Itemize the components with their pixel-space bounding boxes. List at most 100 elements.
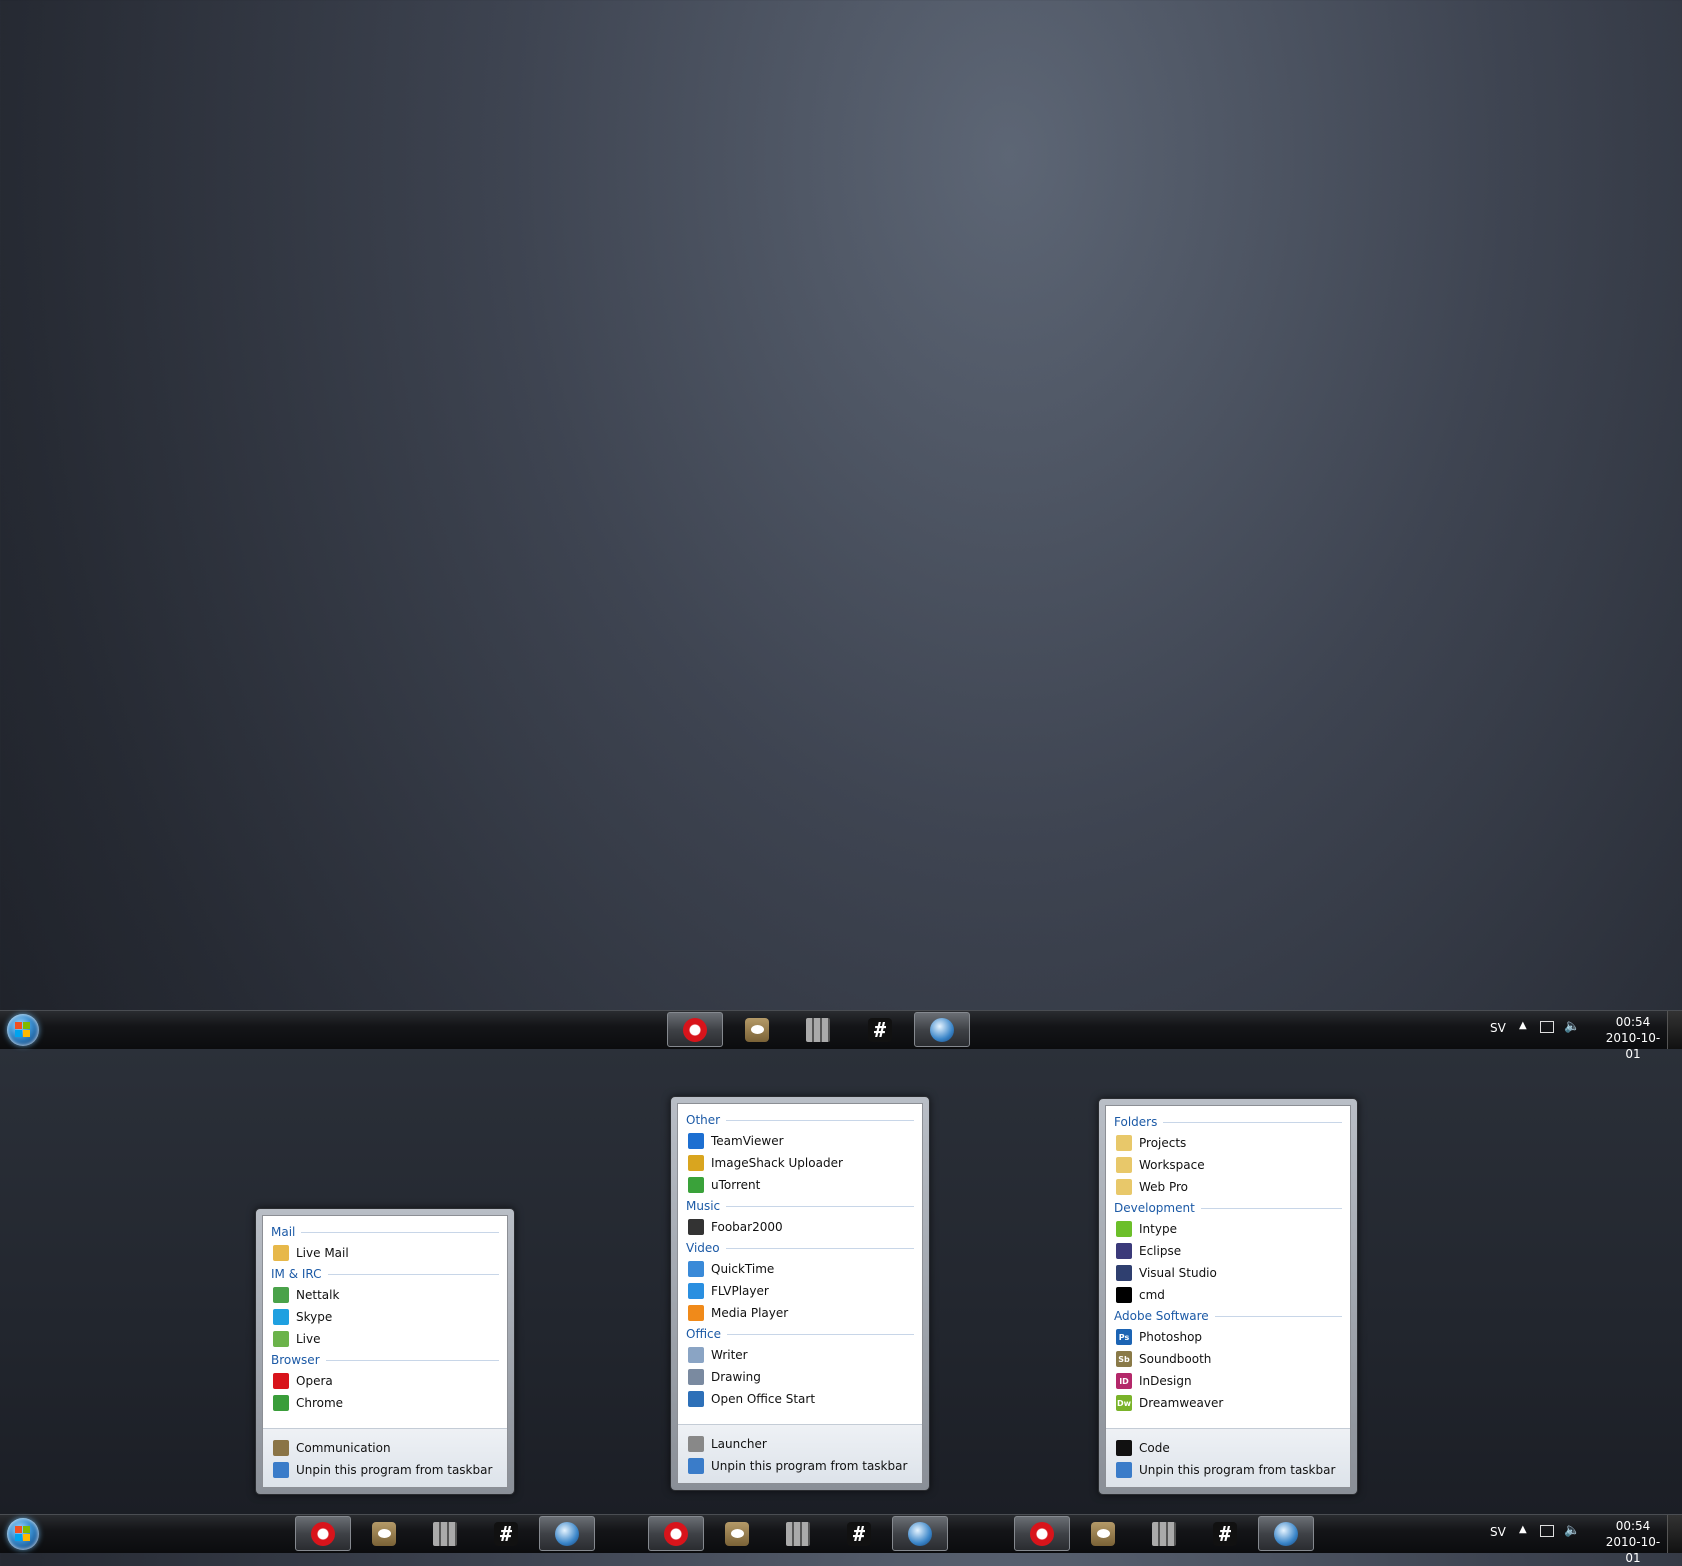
taskbar-communication-button[interactable] [729,1012,785,1047]
taskbar-code-button[interactable]: # [478,1516,534,1551]
jumplist-item[interactable]: Workspace [1114,1154,1342,1176]
start-button[interactable] [7,1518,39,1550]
jumplist-item-label: Intype [1139,1222,1177,1236]
jumplist-item-label: Eclipse [1139,1244,1182,1258]
taskbar-launcher-button[interactable] [790,1012,846,1047]
jumplist-item-label: InDesign [1139,1374,1192,1388]
jumplist-item[interactable]: Unpin this program from taskbar [686,1455,914,1477]
jumplist-footer: Launcher Unpin this program from taskbar [678,1424,922,1483]
mail-icon [273,1245,289,1261]
taskbar-launcher-button[interactable] [417,1516,473,1551]
jumplist-item-label: QuickTime [711,1262,775,1276]
show-desktop-button[interactable] [1667,1011,1682,1049]
jumplist-item[interactable]: TeamViewer [686,1130,914,1152]
jumplist-item[interactable]: ID InDesign [1114,1370,1342,1392]
jumplist-item-label: Unpin this program from taskbar [296,1463,493,1477]
hash-icon: # [868,1017,892,1042]
volume-icon[interactable]: 🔈 [1564,1523,1580,1538]
jumplist-category: IM & IRC [271,1264,499,1284]
jumplist-item[interactable]: Skype [271,1306,499,1328]
jumplist-item[interactable]: Live [271,1328,499,1350]
photoshop-icon: Ps [1116,1329,1132,1345]
jumplist-item-label: Opera [296,1374,333,1388]
show-desktop-button[interactable] [1667,1515,1682,1553]
jumplist-item-label: Code [1139,1441,1170,1455]
language-indicator[interactable]: SV [1490,1525,1506,1539]
jumplist-category-label: Video [686,1241,720,1255]
taskbar-opera-button[interactable] [648,1516,704,1551]
show-hidden-icons-icon[interactable]: ▲ [1519,1020,1527,1031]
volume-icon[interactable]: 🔈 [1564,1019,1580,1034]
taskbar-launcher-button[interactable] [1136,1516,1192,1551]
network-icon[interactable] [1540,1021,1554,1033]
jumplist-item[interactable]: Chrome [271,1392,499,1414]
jumplist-category: Development [1114,1198,1342,1218]
hash-icon [1116,1440,1132,1456]
jumplist-item[interactable]: FLVPlayer [686,1280,914,1302]
opera-icon [683,1017,707,1042]
jumplist-item[interactable]: QuickTime [686,1258,914,1280]
clock-date: 2010-10-01 [1605,1535,1661,1565]
jumplist-category: Adobe Software [1114,1306,1342,1326]
taskbar-communication-button[interactable] [1075,1516,1131,1551]
jumplist-item[interactable]: Live Mail [271,1242,499,1264]
hash-icon: # [1213,1521,1237,1546]
jumplist-item[interactable]: Web Pro [1114,1176,1342,1198]
jumplist-item-label: cmd [1139,1288,1165,1302]
language-indicator[interactable]: SV [1490,1021,1506,1035]
indesign-icon: ID [1116,1373,1132,1389]
jumplist-item[interactable]: Launcher [686,1433,914,1455]
jumplist-item[interactable]: ImageShack Uploader [686,1152,914,1174]
jumplist-item[interactable]: Ps Photoshop [1114,1326,1342,1348]
jumplist-item[interactable]: Code [1114,1437,1342,1459]
taskbar-communication-button[interactable] [356,1516,412,1551]
grid-icon [688,1436,704,1452]
taskbar-launcher-button[interactable] [770,1516,826,1551]
jumplist-item[interactable]: Eclipse [1114,1240,1342,1262]
taskbar-opera-button[interactable] [1014,1516,1070,1551]
jumplist-item[interactable]: uTorrent [686,1174,914,1196]
jumplist-item[interactable]: Nettalk [271,1284,499,1306]
taskbar-code-button[interactable]: # [852,1012,908,1047]
jumplist-item[interactable]: Projects [1114,1132,1342,1154]
jumplist-item[interactable]: Unpin this program from taskbar [1114,1459,1342,1481]
jumplist-item[interactable]: Intype [1114,1218,1342,1240]
jumplist-item[interactable]: Visual Studio [1114,1262,1342,1284]
jumplist-item[interactable]: Writer [686,1344,914,1366]
taskbar-globe-button[interactable] [539,1516,595,1551]
jumplist-item[interactable]: Open Office Start [686,1388,914,1410]
taskbar-code-button[interactable]: # [831,1516,887,1551]
jumplist-item[interactable]: Drawing [686,1366,914,1388]
jumplist-item-label: Soundbooth [1139,1352,1212,1366]
taskbar-globe-button[interactable] [914,1012,970,1047]
clock[interactable]: 00:54 2010-10-01 [1600,1518,1666,1566]
jumplist-item[interactable]: Opera [271,1370,499,1392]
jumplist-item-label: uTorrent [711,1178,761,1192]
jumplist-item[interactable]: Dw Dreamweaver [1114,1392,1342,1414]
jumplist-item[interactable]: Sb Soundbooth [1114,1348,1342,1370]
show-hidden-icons-icon[interactable]: ▲ [1519,1524,1527,1535]
jumplist-item[interactable]: Foobar2000 [686,1216,914,1238]
folder-icon [1116,1179,1132,1195]
network-icon[interactable] [1540,1525,1554,1537]
imageshack-icon [688,1155,704,1171]
taskbar-opera-button[interactable] [295,1516,351,1551]
jumplist-item[interactable]: Media Player [686,1302,914,1324]
taskbar-opera-button[interactable] [667,1012,723,1047]
clock[interactable]: 00:54 2010-10-01 [1600,1014,1666,1062]
taskbar-globe-button[interactable] [892,1516,948,1551]
skype-icon [273,1309,289,1325]
start-button[interactable] [7,1014,39,1046]
jumplist-item-label: Projects [1139,1136,1187,1150]
teamviewer-icon [688,1133,704,1149]
jumplist-item-label: Web Pro [1139,1180,1189,1194]
jumplist-category: Browser [271,1350,499,1370]
jumplist-item[interactable]: Communication [271,1437,499,1459]
taskbar-code-button[interactable]: # [1197,1516,1253,1551]
taskbar-globe-button[interactable] [1258,1516,1314,1551]
jumplist-item[interactable]: Unpin this program from taskbar [271,1459,499,1481]
taskbar-communication-button[interactable] [709,1516,765,1551]
jumplist-category-label: Other [686,1113,721,1127]
jumplist-item[interactable]: cmd [1114,1284,1342,1306]
jumplist-category-label: Browser [271,1353,320,1367]
